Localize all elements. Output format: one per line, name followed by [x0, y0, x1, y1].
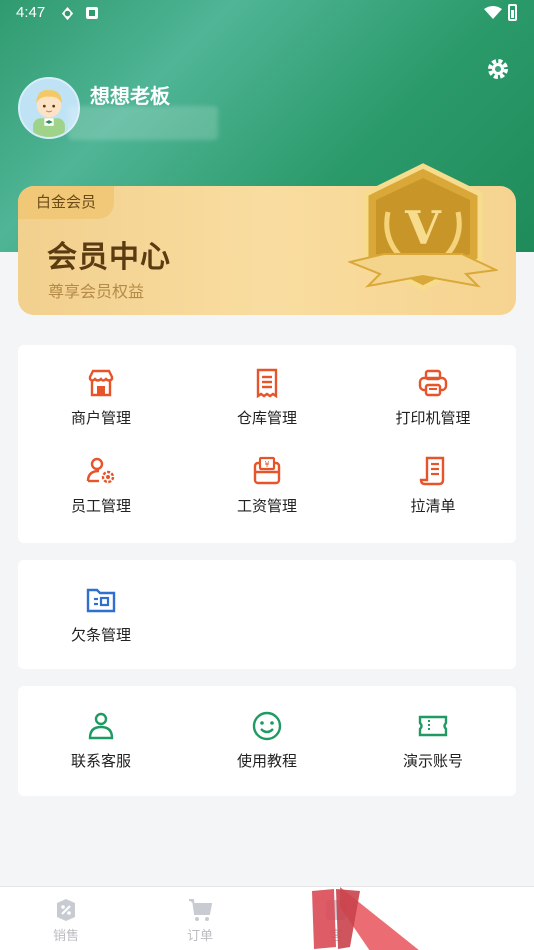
cart-icon: [189, 899, 213, 921]
nav-label: 销售: [52, 929, 79, 944]
nav-label: 订单: [186, 929, 213, 944]
wifi-icon: [484, 6, 502, 19]
support-card: 联系客服 使用教程 演示账号: [18, 686, 516, 796]
user-name[interactable]: 想想老板: [90, 80, 170, 109]
item-label: 演示账号: [402, 752, 463, 770]
contact-service-item[interactable]: 联系客服: [18, 710, 184, 790]
svg-text:¥: ¥: [264, 460, 269, 469]
percent-icon: [57, 899, 75, 921]
item-label: 欠条管理: [70, 626, 131, 644]
staff-settings-icon: [86, 457, 115, 484]
tutorial-item[interactable]: 使用教程: [184, 710, 350, 790]
demo-account-item[interactable]: 演示账号: [350, 710, 516, 790]
ticket-icon: [418, 715, 448, 737]
notification-icon: [86, 7, 98, 19]
status-time: 4:47: [16, 4, 46, 21]
person-icon: [88, 712, 114, 740]
settings-gear-icon[interactable]: [485, 56, 511, 82]
item-label: 员工管理: [70, 497, 131, 515]
printer-management-item[interactable]: 打印机管理: [350, 367, 516, 447]
iou-card: 欠条管理: [18, 560, 516, 669]
sync-icon: [61, 6, 74, 21]
item-label: 拉清单: [410, 497, 456, 515]
staff-management-item[interactable]: 员工管理: [18, 455, 184, 535]
salary-icon: ¥: [253, 456, 281, 485]
vip-badge-icon: V: [348, 163, 498, 291]
warehouse-management-item[interactable]: 仓库管理: [184, 367, 350, 447]
iou-management-item[interactable]: 欠条管理: [18, 584, 184, 664]
merchant-management-item[interactable]: 商户管理: [18, 367, 184, 447]
item-label: 仓库管理: [236, 409, 297, 427]
nav-sales[interactable]: 销售: [36, 897, 96, 944]
salary-management-item[interactable]: ¥ 工资管理: [184, 455, 350, 535]
member-center-card[interactable]: 白金会员 会员中心 尊享会员权益 V: [18, 163, 516, 315]
printer-icon: [418, 369, 448, 397]
status-bar: 4:47: [0, 0, 534, 28]
member-center-subtitle: 尊享会员权益: [48, 282, 145, 301]
checklist-item[interactable]: 拉清单: [350, 455, 516, 535]
list-icon: [419, 456, 445, 486]
item-label: 联系客服: [70, 752, 131, 770]
item-label: 打印机管理: [395, 409, 471, 427]
redacted-info: [68, 106, 218, 140]
item-label: 工资管理: [236, 497, 297, 515]
item-label: 使用教程: [236, 752, 297, 770]
overlay-watermark-icon: [312, 887, 419, 950]
member-level-tag: 白金会员: [18, 186, 114, 219]
item-label: 商户管理: [70, 409, 131, 427]
receipt-icon: [256, 368, 278, 399]
bottom-navigation: 销售 订单 客: [0, 886, 534, 950]
smile-icon: [252, 711, 282, 741]
folder-icon: [86, 588, 116, 613]
store-icon: [88, 369, 114, 397]
svg-text:V: V: [404, 201, 442, 255]
management-card: 商户管理 仓库管理 打印机管理 员工管理 ¥ 工资管理 拉清单: [18, 345, 516, 543]
battery-icon: [508, 4, 517, 21]
member-center-title: 会员中心: [47, 240, 171, 275]
nav-orders[interactable]: 订单: [170, 897, 230, 944]
